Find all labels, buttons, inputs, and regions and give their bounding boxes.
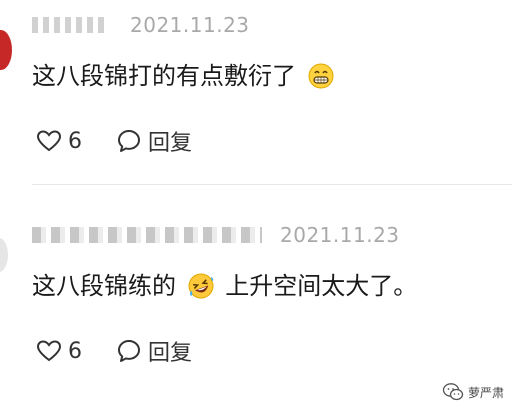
speech-bubble-icon xyxy=(118,340,140,362)
comment-text-before: 这八段锦练的 xyxy=(32,272,176,300)
rolling-on-floor-laughing-emoji-icon xyxy=(188,273,214,299)
heart-icon xyxy=(36,340,62,362)
reply-label: 回复 xyxy=(148,131,193,156)
grinning-face-emoji-icon xyxy=(308,63,334,89)
comment-meta: 2021.11.23 xyxy=(32,220,400,250)
comment-actions: 6 回复 xyxy=(36,124,192,158)
divider xyxy=(32,184,512,185)
heart-icon xyxy=(36,130,62,152)
watermark-text: 萝严肃 xyxy=(467,385,504,400)
reply-label: 回复 xyxy=(148,341,193,366)
comment-meta: 2021.11.23 xyxy=(32,10,250,40)
speech-bubble-icon xyxy=(118,130,140,152)
like-button[interactable]: 6 xyxy=(36,339,82,364)
avatar[interactable] xyxy=(0,30,12,70)
comment-date: 2021.11.23 xyxy=(280,223,400,247)
comment-text-content: 这八段锦打的有点敷衍了 xyxy=(32,62,296,90)
reply-button[interactable]: 回复 xyxy=(116,125,192,157)
like-button[interactable]: 6 xyxy=(36,129,82,154)
username-blurred[interactable] xyxy=(32,227,262,243)
reply-button[interactable]: 回复 xyxy=(116,335,192,367)
username-blurred[interactable] xyxy=(32,17,104,33)
comment-text-after: 上升空间太大了。 xyxy=(225,272,418,300)
watermark: 萝严肃 xyxy=(442,381,504,403)
comment-text: 这八段锦练的 上升空间太大了。 xyxy=(32,270,417,302)
like-count: 6 xyxy=(68,128,82,154)
wechat-icon xyxy=(442,383,464,401)
comment-text: 这八段锦打的有点敷衍了 xyxy=(32,60,338,92)
comment-actions: 6 回复 xyxy=(36,334,192,368)
comment-date: 2021.11.23 xyxy=(130,13,250,37)
avatar[interactable] xyxy=(0,238,8,272)
like-count: 6 xyxy=(68,338,82,364)
